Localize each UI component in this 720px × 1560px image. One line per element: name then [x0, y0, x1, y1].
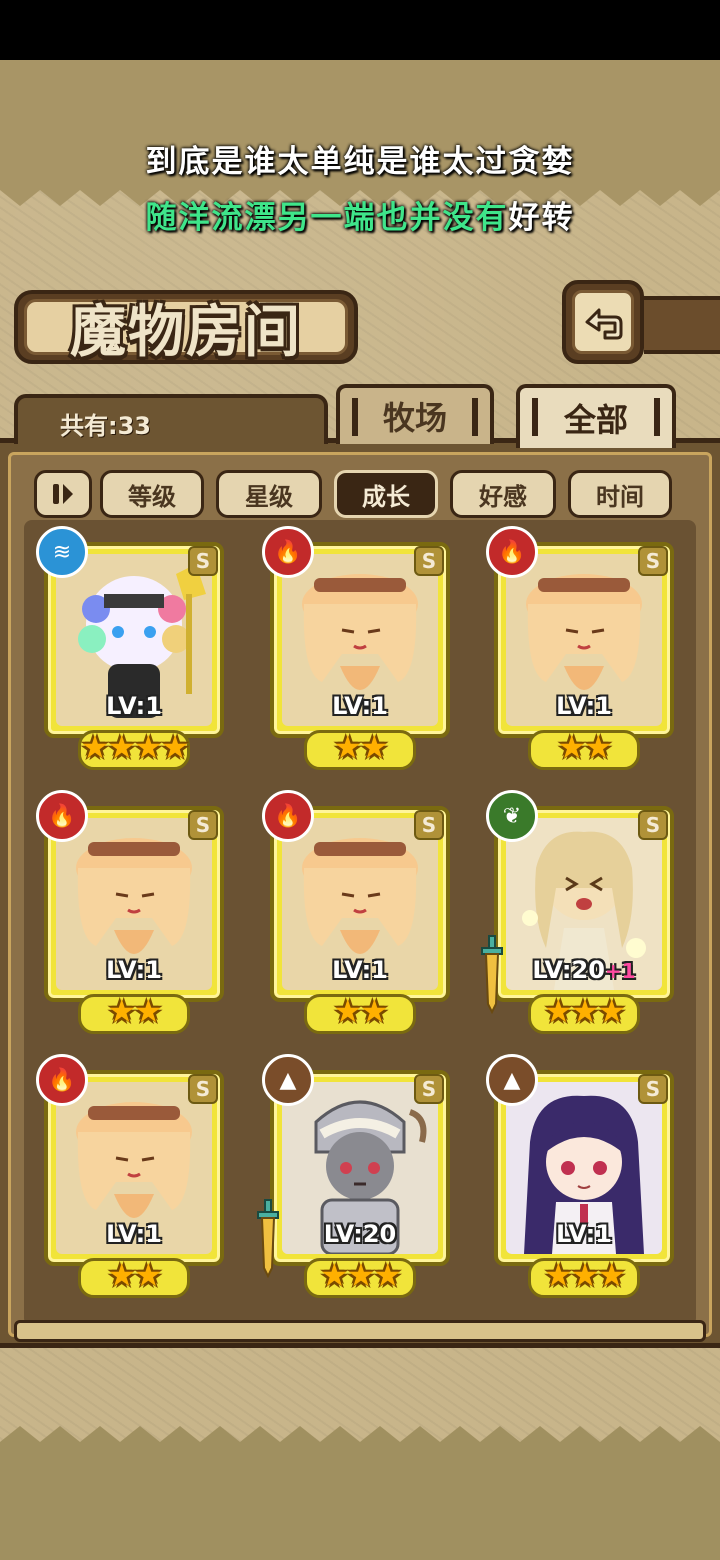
back-strip: [644, 296, 720, 354]
monster-card[interactable]: ❦ S LV:20+1 ★★★: [481, 790, 678, 1044]
level-label: LV:20: [266, 1220, 454, 1248]
tab-all[interactable]: 全部: [516, 384, 676, 448]
level-value: LV:20: [532, 956, 605, 984]
rank-badge: S: [188, 810, 218, 840]
filter-affection[interactable]: 好感: [450, 470, 556, 518]
earth-element-icon: ▲: [262, 1054, 314, 1106]
fire-element-icon: 🔥: [36, 1054, 88, 1106]
star-rating: ★★★★: [80, 728, 190, 766]
level-label: LV:1: [490, 1220, 678, 1248]
rank-badge: S: [414, 1074, 444, 1104]
star-rating: ★★: [333, 992, 388, 1030]
star-rating: ★★: [107, 1256, 162, 1294]
monster-card[interactable]: ▲ S LV:20 ★★★: [257, 1054, 454, 1308]
star-rating: ★★: [107, 992, 162, 1030]
level-label: LV:1: [266, 692, 454, 720]
filter-growth[interactable]: 成长: [334, 470, 438, 518]
lyric-line-2-unsung: 好转: [508, 200, 575, 236]
rank-badge: S: [414, 810, 444, 840]
sort-toggle-icon: [53, 484, 73, 504]
map-banner-bottom: [0, 1450, 720, 1560]
level-label: LV:1: [40, 956, 228, 984]
back-button[interactable]: [562, 280, 644, 364]
title-plate: 魔物房间: [14, 290, 358, 365]
rank-badge: S: [638, 1074, 668, 1104]
lyric-line-2-sung: 随洋流漂另一端也并没有: [145, 200, 509, 236]
level-label: LV:1: [266, 956, 454, 984]
level-value: LV:1: [332, 956, 388, 984]
monster-count: 共有:33: [60, 412, 151, 440]
star-rating: ★★★: [543, 1256, 626, 1294]
star-rating: ★★★: [319, 1256, 402, 1294]
back-arrow-icon: [585, 308, 623, 340]
rank-badge: S: [188, 1074, 218, 1104]
water-element-icon: ≋: [36, 526, 88, 578]
monster-card[interactable]: 🔥 S LV:1 ★★: [486, 526, 678, 780]
lyric-line-1: 到底是谁太单纯是谁太过贪婪: [145, 144, 575, 180]
filter-stars[interactable]: 星级: [216, 470, 322, 518]
monster-card[interactable]: ▲ S LV:1 ★★★: [486, 1054, 678, 1308]
star-rating: ★★: [333, 728, 388, 766]
star-rating: ★★: [557, 728, 612, 766]
earth-element-icon: ▲: [486, 1054, 538, 1106]
level-label: LV:1: [490, 692, 678, 720]
star-rating: ★★★: [543, 992, 626, 1030]
level-value: LV:1: [106, 692, 162, 720]
monster-card[interactable]: 🔥 S LV:1 ★★: [262, 790, 454, 1044]
monster-card[interactable]: 🔥 S LV:1 ★★: [262, 526, 454, 780]
rank-badge: S: [638, 546, 668, 576]
filter-time[interactable]: 时间: [568, 470, 672, 518]
monster-card[interactable]: 🔥 S LV:1 ★★: [36, 1054, 228, 1308]
zigzag-border-bottom: [0, 1426, 720, 1454]
fire-element-icon: 🔥: [262, 526, 314, 578]
fire-element-icon: 🔥: [262, 790, 314, 842]
fire-element-icon: 🔥: [486, 526, 538, 578]
wood-element-icon: ❦: [486, 790, 538, 842]
page-title: 魔物房间: [70, 299, 302, 365]
level-label: LV:1: [40, 1220, 228, 1248]
panel-bottom-rail: [14, 1320, 706, 1342]
level-value: LV:1: [106, 956, 162, 984]
level-value: LV:1: [332, 692, 388, 720]
level-value: LV:1: [556, 1220, 612, 1248]
tab-label: 全部: [563, 401, 628, 439]
tab-farm[interactable]: 牧场: [336, 384, 494, 444]
rank-badge: S: [414, 546, 444, 576]
level-label: LV:20+1: [490, 956, 678, 984]
rank-badge: S: [638, 810, 668, 840]
level-label: LV:1: [40, 692, 228, 720]
level-value: LV:1: [106, 1220, 162, 1248]
fire-element-icon: 🔥: [36, 790, 88, 842]
filter-level[interactable]: 等级: [100, 470, 204, 518]
sort-toggle-button[interactable]: [34, 470, 92, 518]
level-plus: +1: [604, 959, 636, 983]
level-value: LV:1: [556, 692, 612, 720]
rank-badge: S: [188, 546, 218, 576]
tab-label: 牧场: [382, 399, 447, 437]
monster-card[interactable]: 🔥 S LV:1 ★★: [36, 790, 228, 1044]
lyric-line-2: 随洋流漂另一端也并没有好转: [0, 192, 720, 237]
monster-card[interactable]: ≋ S LV:1 ★★★★: [36, 526, 228, 780]
level-value: LV:20: [323, 1220, 397, 1248]
status-bar: [0, 0, 720, 60]
